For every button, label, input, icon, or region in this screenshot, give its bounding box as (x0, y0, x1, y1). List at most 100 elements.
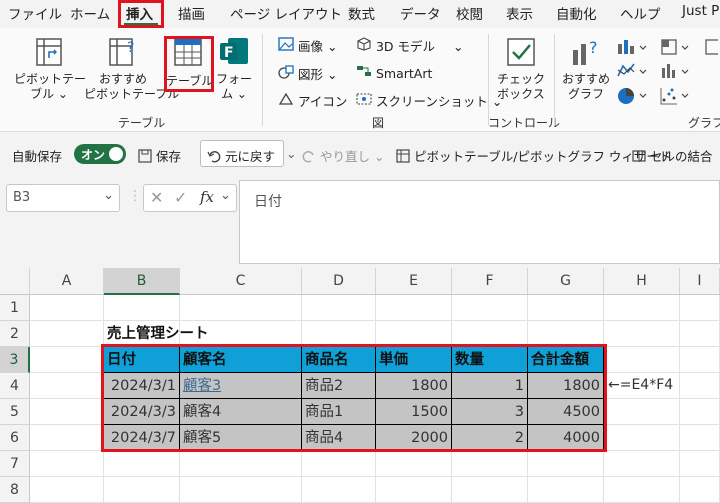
shapes-button[interactable]: 図形 ⌄ (278, 64, 337, 83)
column-header-g[interactable]: G (528, 268, 604, 295)
column-header-i[interactable]: I (680, 268, 720, 295)
grid-cell[interactable] (680, 295, 720, 321)
grid-cell[interactable] (180, 451, 302, 477)
chart-type-buttons[interactable] (614, 36, 718, 108)
column-header-c[interactable]: C (180, 268, 302, 295)
grid-cell[interactable] (180, 295, 302, 321)
grid-cell[interactable] (680, 347, 720, 373)
recommended-pivot-button[interactable]: ? おすすめ ピボットテーブル (84, 36, 180, 102)
grid-cell[interactable] (30, 321, 104, 347)
menu-file[interactable]: ファイル (8, 3, 62, 23)
grid-cell[interactable] (604, 399, 680, 425)
grid-cell[interactable] (452, 477, 528, 503)
column-header-h[interactable]: H (604, 268, 680, 295)
merge-cells-button[interactable]: セルの結合 (632, 146, 713, 165)
grid-cell[interactable] (30, 425, 104, 451)
grid-cell[interactable] (452, 295, 528, 321)
redo-icon (302, 151, 314, 163)
recommended-pivot-label-2: ピボットテーブル (84, 87, 180, 101)
save-button[interactable]: 保存 (138, 146, 181, 165)
menu-justpdf[interactable]: Just P (682, 3, 719, 19)
grid-cell[interactable] (30, 347, 104, 373)
row-header-8[interactable]: 8 (0, 477, 30, 503)
icons-button[interactable]: アイコン (278, 91, 347, 110)
column-header-d[interactable]: D (302, 268, 376, 295)
menu-review[interactable]: 校閲 (456, 3, 483, 23)
grid-cell[interactable] (104, 477, 180, 503)
menu-formulas[interactable]: 数式 (348, 3, 375, 23)
pivot-table-button[interactable]: ピボットテー ブル ⌄ (14, 36, 86, 102)
menu-data[interactable]: データ (400, 3, 441, 23)
image-button[interactable]: 画像 ⌄ (278, 36, 337, 55)
grid-cell[interactable] (680, 321, 720, 347)
menu-view[interactable]: 表示 (506, 3, 533, 23)
column-header-b[interactable]: B (104, 268, 180, 295)
grid-cell[interactable] (680, 451, 720, 477)
forms-button[interactable]: F フォー ム ⌄ (214, 36, 254, 102)
grid-cell[interactable] (302, 477, 376, 503)
row-header-3[interactable]: 3 (0, 347, 30, 373)
highlight-insert-tab (118, 0, 164, 28)
pivot-table-icon (36, 38, 62, 66)
formula-input[interactable]: 日付 (239, 180, 720, 264)
row-header-6[interactable]: 6 (0, 425, 30, 451)
name-box-dropdown-icon[interactable]: ⌄ (103, 188, 114, 203)
undo-dropdown-icon[interactable]: ⌄ (286, 146, 296, 161)
grid-cell[interactable] (376, 477, 452, 503)
pivot-wizard-button[interactable]: ピボットテーブル/ピボットグラフ ウィザード (396, 146, 671, 165)
undo-button[interactable]: 元に戻す (200, 140, 284, 167)
name-box[interactable]: B3 ⌄ (6, 184, 120, 212)
3d-models-button[interactable]: 3D モデル ⌄ (356, 36, 464, 55)
grid-cell[interactable] (104, 451, 180, 477)
redo-button[interactable]: やり直し ⌄ (302, 146, 384, 165)
grid-cell[interactable] (302, 295, 376, 321)
row-header-5[interactable]: 5 (0, 399, 30, 425)
select-all-corner[interactable] (0, 268, 30, 295)
autosave-toggle[interactable]: オン (74, 144, 126, 164)
menu-page-layout[interactable]: ページ レイアウト (230, 3, 342, 23)
screenshot-button[interactable]: スクリーンショット ⌄ (356, 91, 502, 110)
grid-cell[interactable] (30, 295, 104, 321)
grid-cell[interactable] (302, 451, 376, 477)
checkbox-button[interactable]: チェック ボックス (494, 36, 548, 102)
grid-cell[interactable] (604, 347, 680, 373)
grid-cell[interactable] (104, 295, 180, 321)
row-header-2[interactable]: 2 (0, 321, 30, 347)
recommended-charts-button[interactable]: ? おすすめ グラフ (560, 36, 612, 102)
grid-cell[interactable] (680, 425, 720, 451)
grid-cell[interactable] (528, 295, 604, 321)
grid-cell[interactable] (680, 477, 720, 503)
row-header-7[interactable]: 7 (0, 451, 30, 477)
grid-cell[interactable] (30, 477, 104, 503)
menu-automate[interactable]: 自動化 (556, 3, 597, 23)
grid-cell[interactable] (604, 295, 680, 321)
row-header-4[interactable]: 4 (0, 373, 30, 399)
grid-cell[interactable] (376, 295, 452, 321)
grid-cell[interactable] (30, 399, 104, 425)
grid-cell[interactable] (30, 373, 104, 399)
column-header-a[interactable]: A (30, 268, 104, 295)
menu-home[interactable]: ホーム (70, 3, 110, 23)
cancel-icon[interactable]: ✕ (150, 188, 163, 207)
grid-cell[interactable] (452, 451, 528, 477)
insert-function-button[interactable]: fx (200, 188, 214, 206)
column-header-f[interactable]: F (452, 268, 528, 295)
menu-draw[interactable]: 描画 (178, 3, 205, 23)
grid-cell[interactable] (604, 425, 680, 451)
grid-cell[interactable] (604, 321, 680, 347)
grid-cell[interactable] (604, 451, 680, 477)
grid-cell[interactable] (528, 477, 604, 503)
grid-cell[interactable] (528, 451, 604, 477)
menu-help[interactable]: ヘルプ (620, 3, 661, 23)
grid-cell[interactable] (680, 399, 720, 425)
smartart-button[interactable]: SmartArt (356, 64, 432, 81)
grid-cell[interactable] (376, 451, 452, 477)
grid-cell[interactable] (604, 477, 680, 503)
grid-cell[interactable] (30, 451, 104, 477)
row-header-1[interactable]: 1 (0, 295, 30, 321)
column-header-e[interactable]: E (376, 268, 452, 295)
grid-cell[interactable] (180, 477, 302, 503)
fx-dropdown-icon[interactable]: ⌄ (220, 188, 231, 203)
enter-icon[interactable]: ✓ (174, 188, 187, 207)
grid-cell[interactable] (680, 373, 720, 399)
